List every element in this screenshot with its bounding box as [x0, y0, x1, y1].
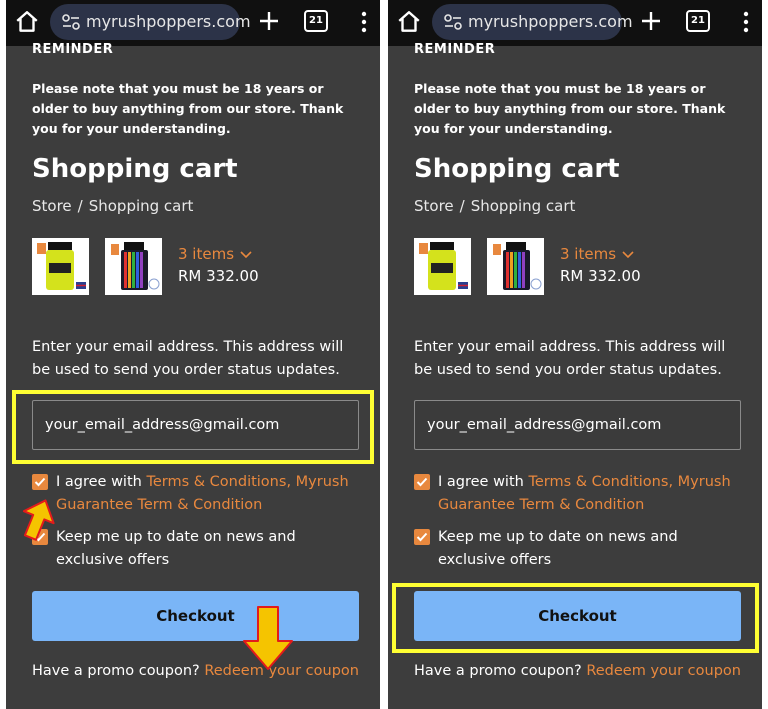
checkmark-icon: [34, 477, 46, 487]
browser-toolbar: myrushpoppers.com 21: [388, 0, 762, 46]
site-settings-icon[interactable]: [444, 14, 462, 30]
breadcrumb-store-link[interactable]: Store: [414, 197, 454, 215]
email-description: Enter your email address. This address w…: [414, 339, 726, 378]
breadcrumb: Store / Shopping cart: [414, 197, 575, 215]
cart-item-thumbnail[interactable]: [414, 238, 471, 295]
terms-checkbox[interactable]: [32, 474, 48, 490]
promo-prompt: Have a promo coupon?: [414, 663, 587, 679]
chevron-down-icon: [240, 251, 252, 259]
checkout-button[interactable]: Checkout: [32, 591, 359, 641]
home-icon[interactable]: [396, 9, 422, 35]
terms-prefix: I agree with: [438, 474, 529, 490]
cart-item-thumbnail[interactable]: [487, 238, 544, 295]
redeem-coupon-link[interactable]: Redeem your coupon: [586, 663, 741, 679]
cart-total: RM 332.00: [178, 267, 259, 285]
screenshot-panel-right: myrushpoppers.com 21 REMINDER Please not…: [388, 0, 762, 709]
cart-items-count: 3 items: [560, 245, 617, 263]
terms-prefix: I agree with: [56, 474, 147, 490]
new-tab-icon[interactable]: [258, 10, 280, 32]
promo-prompt: Have a promo coupon?: [32, 663, 205, 679]
breadcrumb-current: Shopping cart: [470, 197, 576, 215]
more-vert-icon[interactable]: [356, 10, 372, 34]
promo-coupon-row: Have a promo coupon? Redeem your coupon: [414, 663, 741, 679]
age-notice: Please note that you must be 18 years or…: [32, 81, 344, 136]
checkmark-icon: [34, 532, 46, 542]
email-input[interactable]: your_email_address@gmail.com: [32, 400, 359, 450]
url-text: myrushpoppers.com: [468, 12, 633, 31]
terms-label: I agree with Terms & Conditions, Myrush …: [438, 471, 738, 517]
terms-separator: ,: [668, 474, 678, 490]
tab-switcher-icon[interactable]: 21: [304, 10, 328, 32]
breadcrumb: Store / Shopping cart: [32, 197, 193, 215]
email-input[interactable]: your_email_address@gmail.com: [414, 400, 741, 450]
age-notice: Please note that you must be 18 years or…: [414, 81, 726, 136]
breadcrumb-store-link[interactable]: Store: [32, 197, 72, 215]
breadcrumb-current: Shopping cart: [88, 197, 194, 215]
checkmark-icon: [416, 532, 428, 542]
home-icon[interactable]: [14, 9, 40, 35]
newsletter-label: Keep me up to date on news and exclusive…: [438, 529, 678, 568]
newsletter-checkbox[interactable]: [32, 529, 48, 545]
checkmark-icon: [416, 477, 428, 487]
newsletter-checkbox[interactable]: [414, 529, 430, 545]
cart-items-toggle[interactable]: 3 items: [178, 245, 252, 263]
new-tab-icon[interactable]: [640, 10, 662, 32]
breadcrumb-separator: /: [459, 197, 465, 215]
newsletter-label: Keep me up to date on news and exclusive…: [56, 529, 296, 568]
cart-item-thumbnail[interactable]: [32, 238, 89, 295]
chevron-down-icon: [622, 251, 634, 259]
breadcrumb-separator: /: [77, 197, 83, 215]
tab-switcher-icon[interactable]: 21: [686, 10, 710, 32]
page-title: Shopping cart: [32, 154, 238, 184]
checkout-button[interactable]: Checkout: [414, 591, 741, 641]
screenshot-panel-left: myrushpoppers.com 21 REMINDER Please not…: [6, 0, 380, 709]
promo-coupon-row: Have a promo coupon? Redeem your coupon: [32, 663, 359, 679]
page-title: Shopping cart: [414, 154, 620, 184]
cart-items-toggle[interactable]: 3 items: [560, 245, 634, 263]
more-vert-icon[interactable]: [738, 10, 754, 34]
terms-checkbox[interactable]: [414, 474, 430, 490]
terms-label: I agree with Terms & Conditions, Myrush …: [56, 471, 356, 517]
cart-total: RM 332.00: [560, 267, 641, 285]
email-description: Enter your email address. This address w…: [32, 339, 344, 378]
address-bar[interactable]: myrushpoppers.com: [432, 4, 633, 40]
terms-separator: ,: [286, 474, 296, 490]
reminder-heading: REMINDER: [414, 42, 496, 57]
redeem-coupon-link[interactable]: Redeem your coupon: [204, 663, 359, 679]
browser-toolbar: myrushpoppers.com 21: [6, 0, 380, 46]
url-text: myrushpoppers.com: [86, 12, 251, 31]
cart-item-thumbnail[interactable]: [105, 238, 162, 295]
address-bar[interactable]: myrushpoppers.com: [50, 4, 251, 40]
terms-conditions-link[interactable]: Terms & Conditions: [146, 474, 286, 490]
site-settings-icon[interactable]: [62, 14, 80, 30]
cart-items-count: 3 items: [178, 245, 235, 263]
terms-conditions-link[interactable]: Terms & Conditions: [528, 474, 668, 490]
reminder-heading: REMINDER: [32, 42, 114, 57]
